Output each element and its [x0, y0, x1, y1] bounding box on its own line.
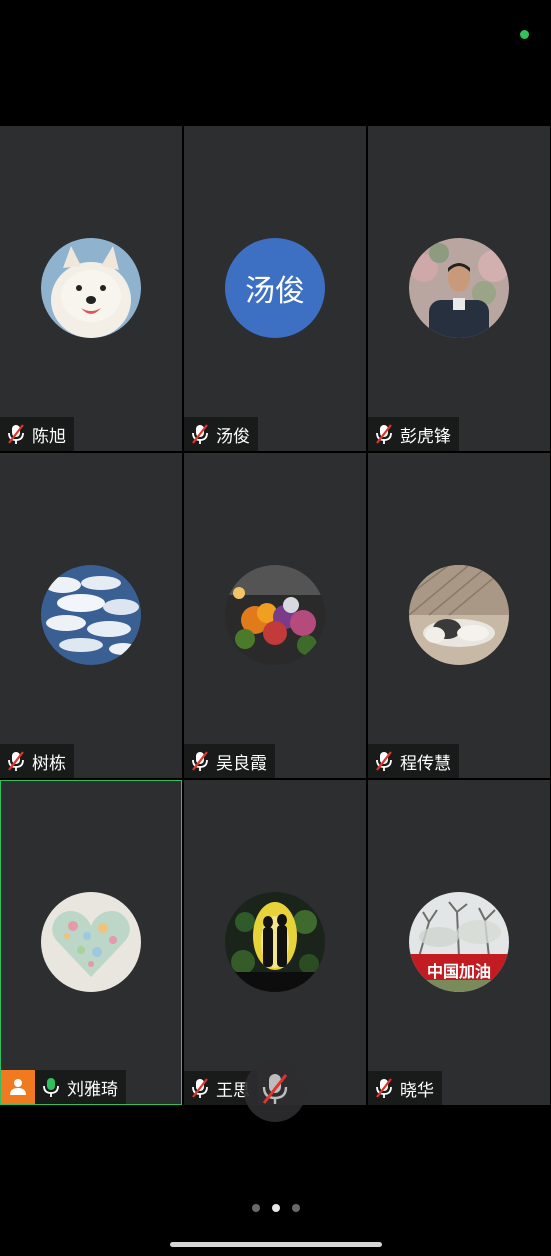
participant-name-tag: 晓华 — [368, 1071, 442, 1105]
mic-muted-icon — [6, 750, 26, 772]
mic-muted-icon — [374, 423, 394, 445]
mic-muted-icon — [6, 423, 26, 445]
participant-name-tag: 树栋 — [0, 744, 74, 778]
host-badge-icon — [1, 1070, 35, 1104]
participant-name: 刘雅琦 — [67, 1079, 118, 1100]
participant-avatar: 中国加油 — [409, 892, 509, 992]
mic-muted-icon — [190, 423, 210, 445]
participant-tile-active[interactable]: 刘雅琦 — [0, 780, 182, 1105]
participant-tile[interactable]: 汤俊 汤俊 — [184, 126, 366, 451]
avatar-caption: 中国加油 — [426, 962, 491, 981]
participant-avatar — [409, 238, 509, 338]
participant-name: 陈旭 — [32, 426, 66, 447]
participant-avatar: 汤俊 — [225, 238, 325, 338]
participant-avatar — [225, 565, 325, 665]
participant-avatar — [41, 892, 141, 992]
participant-grid: 陈旭 汤俊 汤俊 彭虎锋 树栋 吴良霞 程传慧 刘雅琦 王思 中国加油 晓华 — [0, 126, 551, 1106]
mic-muted-icon — [374, 1077, 394, 1099]
participant-name: 程传慧 — [400, 753, 451, 774]
participant-name-tag: 吴良霞 — [184, 744, 275, 778]
participant-avatar — [41, 565, 141, 665]
participant-avatar — [409, 565, 509, 665]
mic-muted-icon — [374, 750, 394, 772]
page-dot-current[interactable] — [271, 1204, 280, 1212]
participant-name: 晓华 — [400, 1080, 434, 1101]
participant-name-tag: 刘雅琦 — [35, 1070, 126, 1104]
mic-muted-icon — [260, 1072, 290, 1110]
page-dot[interactable] — [251, 1204, 260, 1212]
participant-tile[interactable]: 吴良霞 — [184, 453, 366, 778]
participant-tile[interactable]: 王思 — [184, 780, 366, 1105]
participant-name-tag: 程传慧 — [368, 744, 459, 778]
participant-name: 彭虎锋 — [400, 426, 451, 447]
participant-tile[interactable]: 陈旭 — [0, 126, 182, 451]
participant-tile[interactable]: 程传慧 — [368, 453, 550, 778]
participant-name: 吴良霞 — [216, 753, 267, 774]
mic-active-icon — [41, 1076, 61, 1098]
participant-name-tag: 彭虎锋 — [368, 417, 459, 451]
participant-name-tag: 汤俊 — [184, 417, 258, 451]
mic-muted-icon — [190, 1077, 210, 1099]
status-indicator-dot — [520, 30, 529, 39]
participant-avatar — [225, 892, 325, 992]
participant-name: 汤俊 — [216, 426, 250, 447]
floating-mic-button[interactable] — [244, 1060, 306, 1122]
participant-avatar — [41, 238, 141, 338]
participant-tile[interactable]: 树栋 — [0, 453, 182, 778]
mic-muted-icon — [190, 750, 210, 772]
page-indicator[interactable] — [0, 1204, 551, 1212]
participant-name: 树栋 — [32, 753, 66, 774]
home-indicator-bar[interactable] — [170, 1242, 382, 1247]
page-dot[interactable] — [291, 1204, 300, 1212]
meeting-screen: 陈旭 汤俊 汤俊 彭虎锋 树栋 吴良霞 程传慧 刘雅琦 王思 中国加油 晓华 — [0, 0, 551, 1256]
participant-tile[interactable]: 彭虎锋 — [368, 126, 550, 451]
participant-tile[interactable]: 中国加油 晓华 — [368, 780, 550, 1105]
participant-name-tag: 陈旭 — [0, 417, 74, 451]
